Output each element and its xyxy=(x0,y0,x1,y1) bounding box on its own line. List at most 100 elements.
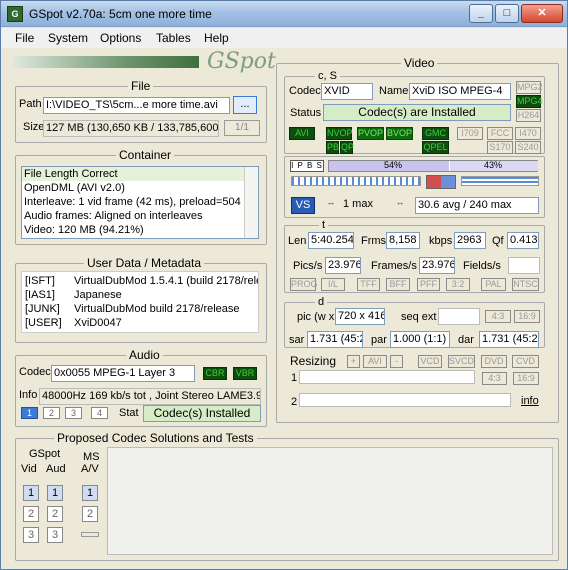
menu-help[interactable]: Help xyxy=(204,31,229,45)
cbr-indicator: CBR xyxy=(203,367,227,380)
close-button[interactable]: ✕ xyxy=(521,4,563,23)
vbr-indicator: VBR xyxy=(233,367,257,380)
menu-bar: File System Options Tables Help xyxy=(1,28,567,48)
audio-track-4[interactable]: 4 xyxy=(91,407,108,419)
aud-test-3[interactable]: 3 xyxy=(47,527,63,543)
resize-cvd-button[interactable]: CVD xyxy=(512,355,539,368)
meta-key: [JUNK] xyxy=(25,303,60,315)
meta-value: Japanese xyxy=(74,289,122,301)
audio-track-1[interactable]: 1 xyxy=(21,407,38,419)
vid-test-3[interactable]: 3 xyxy=(23,527,39,543)
pframe-percent: 54% xyxy=(384,160,403,170)
video-codec-field: XVID xyxy=(321,83,373,100)
dar-label: dar xyxy=(458,334,474,346)
pics-field: 23.976 xyxy=(325,257,361,274)
container-line: Interleave: 1 vid frame (42 ms), preload… xyxy=(24,196,241,208)
vid-label: Vid xyxy=(21,463,37,475)
video-name-label: Name xyxy=(379,85,409,97)
container-scrollbar[interactable] xyxy=(244,167,258,238)
info-link[interactable]: info xyxy=(521,395,539,407)
aud-test-2[interactable]: 2 xyxy=(47,506,63,522)
menu-tables[interactable]: Tables xyxy=(156,31,191,45)
resize-dvd-button[interactable]: DVD xyxy=(481,355,507,368)
audio-track-2[interactable]: 2 xyxy=(43,407,60,419)
menu-options[interactable]: Options xyxy=(100,31,141,45)
resize-16-9-badge: 16:9 xyxy=(513,372,539,385)
bframe-percent: 43% xyxy=(484,160,503,170)
metadata-box[interactable]: [ISFT] VirtualDubMod 1.5.4.1 (build 2178… xyxy=(21,271,259,333)
app-icon: G xyxy=(7,6,23,22)
gmc-badge: GMC xyxy=(422,127,449,140)
aud-test-1[interactable]: 1 xyxy=(47,485,63,501)
menu-file[interactable]: File xyxy=(15,31,34,45)
resize-plus-button[interactable]: + xyxy=(347,355,360,368)
gop-pattern-bar xyxy=(291,176,421,186)
vid-test-1[interactable]: 1 xyxy=(23,485,39,501)
meta-key: [ISFT] xyxy=(25,275,55,287)
resize-row-2-field xyxy=(299,393,511,407)
ms-test-placeholder xyxy=(81,532,99,537)
sar-label: sar xyxy=(289,334,305,346)
fields-label: Fields/s xyxy=(463,260,501,272)
audio-track-3[interactable]: 3 xyxy=(65,407,82,419)
t-legend: t xyxy=(319,219,329,231)
gspot-label: GSpot xyxy=(29,448,61,460)
il-badge: I/L xyxy=(321,278,345,291)
video-status-field: Codec(s) are Installed xyxy=(323,104,511,121)
audio-legend: Audio xyxy=(126,348,163,362)
ms-label: MS xyxy=(83,451,100,463)
par-field: 1.000 (1:1) xyxy=(390,331,450,348)
resize-svcd-button[interactable]: SVCD xyxy=(448,355,475,368)
audio-info-field: 48000Hz 169 kb/s tot , Joint Stereo LAME… xyxy=(39,388,261,405)
meta-key: [USER] xyxy=(25,317,62,329)
av-label: A/V xyxy=(81,463,99,475)
proposed-results-box[interactable] xyxy=(107,447,553,555)
bframe-arrow-icon: ↔ xyxy=(326,197,336,207)
frames-field: 23.976 xyxy=(419,257,455,274)
ipbs-indicator: I P B S xyxy=(290,160,324,172)
fields-field xyxy=(508,257,540,274)
resizing-label: Resizing xyxy=(290,354,337,368)
container-line: Video: 120 MB (94.21%) xyxy=(24,224,144,236)
ms-test-2[interactable]: 2 xyxy=(82,506,98,522)
par-label: par xyxy=(371,334,387,346)
logo-gradient-bar xyxy=(13,56,199,68)
container-legend: Container xyxy=(116,148,175,162)
gspot-logo: GSpot xyxy=(207,49,276,74)
audio-codec-label: Codec xyxy=(19,366,51,378)
cs-legend: c, S xyxy=(315,70,340,82)
vid-test-2[interactable]: 2 xyxy=(23,506,39,522)
browse-button[interactable]: ... xyxy=(233,96,257,114)
d-legend: d xyxy=(315,296,328,308)
audio-codec-field: 0x0055 MPEG-1 Layer 3 xyxy=(51,365,195,382)
pvop-badge: PVOP xyxy=(357,127,384,140)
i709-badge: I709 xyxy=(457,127,483,140)
gspot-window: G GSpot v2.70a: 5cm one more time _ □ ✕ … xyxy=(0,0,568,570)
ntsc-badge: NTSC xyxy=(512,278,539,291)
resize-avi-button[interactable]: AVI xyxy=(363,355,387,368)
minimize-button[interactable]: _ xyxy=(469,4,493,23)
meta-value: XviD0047 xyxy=(74,317,122,329)
container-info-box[interactable]: File Length Correct OpenDML (AVI v2.0) I… xyxy=(21,166,259,239)
meta-value: VirtualDubMod build 2178/release xyxy=(74,303,240,315)
path-field[interactable]: I:\VIDEO_TS\5cm...e more time.avi xyxy=(43,97,230,114)
ms-test-1[interactable]: 1 xyxy=(82,485,98,501)
resize-row-2-label: 2 xyxy=(291,396,298,408)
resize-vcd-button[interactable]: VCD xyxy=(418,355,442,368)
aud-label: Aud xyxy=(46,463,66,475)
s240-badge: S240 xyxy=(515,141,541,154)
vs-icon[interactable]: VS xyxy=(291,197,315,214)
meta-value: VirtualDubMod 1.5.4.1 (build 2178/relea xyxy=(74,275,259,287)
video-name-field: XviD ISO MPEG-4 xyxy=(409,83,511,100)
maximize-button[interactable]: □ xyxy=(495,4,519,23)
qpel-badge: QPEL xyxy=(422,141,449,154)
pic-field: 720 x 416 xyxy=(335,308,385,325)
resize-row-1-field xyxy=(299,370,475,384)
container-line: OpenDML (AVI v2.0) xyxy=(24,182,125,194)
prog-badge: PROG xyxy=(290,278,318,291)
menu-system[interactable]: System xyxy=(48,31,88,45)
mpg4-badge: MPG4 xyxy=(516,95,543,108)
bvop-badge: BVOP xyxy=(386,127,413,140)
pb-badge: PB xyxy=(326,141,340,154)
resize-minus-button[interactable]: - xyxy=(390,355,403,368)
